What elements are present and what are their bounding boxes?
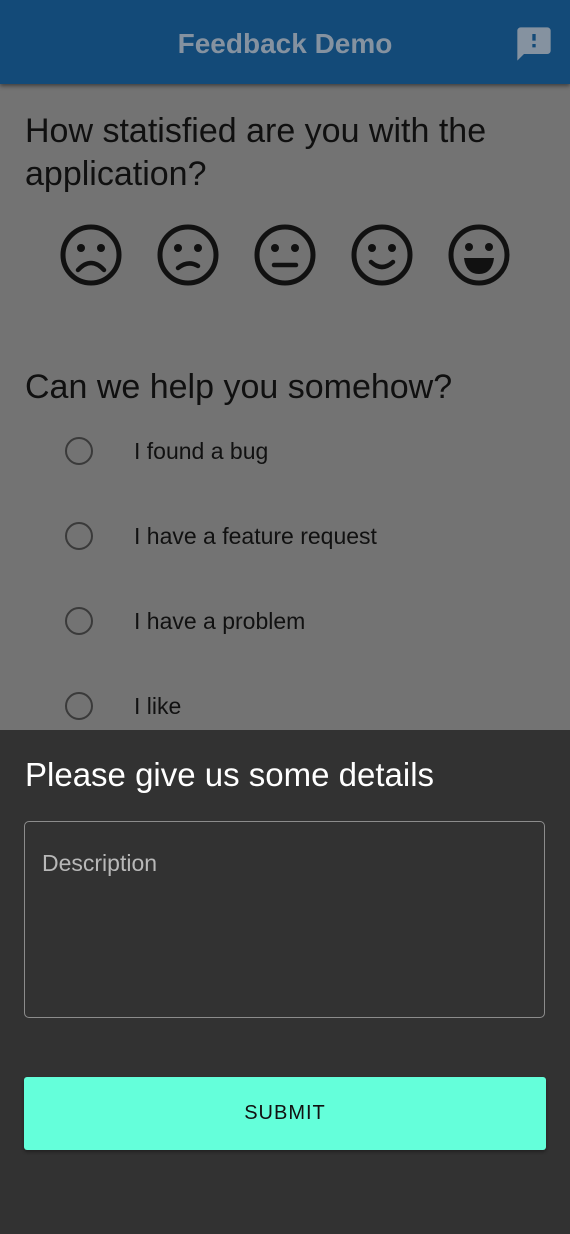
details-title: Please give us some details <box>25 756 435 793</box>
option-problem[interactable]: I have a problem <box>60 594 540 648</box>
option-label: I have a problem <box>134 608 306 634</box>
option-label: I have a feature request <box>134 523 377 549</box>
app-bar: Feedback Demo <box>0 0 570 84</box>
details-bottom-sheet: Please give us some details SUBMIT <box>0 730 570 1234</box>
neutral-icon[interactable] <box>252 222 318 288</box>
satisfaction-rating <box>0 222 570 290</box>
help-question: Can we help you somehow? <box>25 368 453 406</box>
radio-button[interactable] <box>65 522 93 550</box>
option-found-bug[interactable]: I found a bug <box>60 424 540 478</box>
option-feature-request[interactable]: I have a feature request <box>60 509 540 563</box>
dissatisfied-icon[interactable] <box>155 222 221 288</box>
app-title: Feedback Demo <box>177 28 393 59</box>
description-field[interactable] <box>24 821 545 1018</box>
option-label: I like <box>134 693 182 719</box>
radio-button[interactable] <box>65 692 93 720</box>
radio-button[interactable] <box>65 437 93 465</box>
feedback-form: How statisfied are you with the applicat… <box>0 84 570 734</box>
option-like[interactable]: I like <box>60 679 540 733</box>
very-satisfied-icon[interactable] <box>446 222 512 288</box>
very-dissatisfied-icon[interactable] <box>58 222 124 288</box>
feedback-icon[interactable] <box>514 24 554 64</box>
satisfied-icon[interactable] <box>349 222 415 288</box>
submit-button[interactable]: SUBMIT <box>24 1077 546 1150</box>
radio-button[interactable] <box>65 607 93 635</box>
option-label: I found a bug <box>134 438 269 464</box>
satisfaction-question: How statisfied are you with the applicat… <box>25 112 487 193</box>
